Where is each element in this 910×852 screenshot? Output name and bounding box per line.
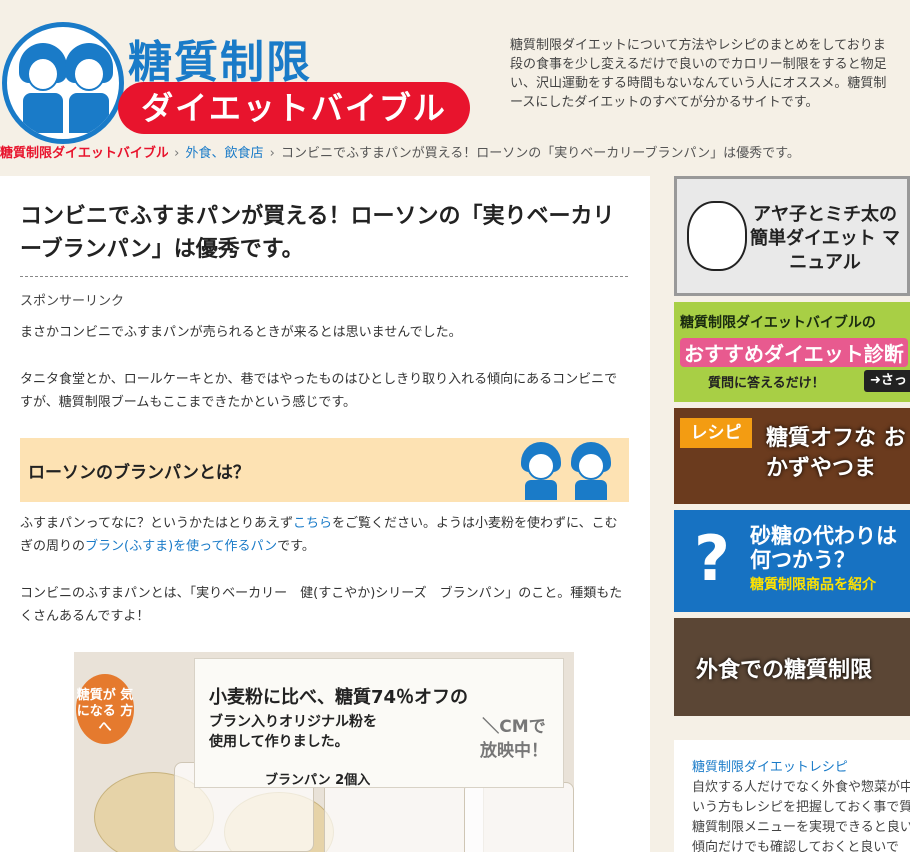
site-description-line: 段の食事を少し変えるだけで良いのでカロリー制限をすると物足 <box>510 57 887 72</box>
breadcrumb-separator: › <box>269 146 275 161</box>
recipe-tag: レシピ <box>680 418 752 448</box>
site-description-line: い、沢山運動をする時間もないなんていう人にオススメ。糖質制 <box>510 76 887 91</box>
article-paragraph: ふすまパンってなに？というかたはとりあえずこちらをご覧ください。ようは小麦粉を使… <box>20 512 630 558</box>
recipe-info-box: 糖質制限ダイエットレシピ 自炊する人だけでなく外食や惣菜が中 いう方もレシピを把… <box>674 740 910 852</box>
kochira-link[interactable]: こちら <box>293 516 332 531</box>
pop-pack-text: ブランパン 2個入 <box>265 773 371 788</box>
section-heading: ローソンのブランパンとは？ <box>20 438 629 502</box>
title-divider <box>20 276 628 277</box>
diet-diagnosis-banner[interactable]: 糖質制限ダイエットバイブルの おすすめダイエット診断 質問に答えるだけ！ ➜さっ <box>674 302 910 402</box>
sponsored-link-label: スポンサーリンク <box>20 294 125 309</box>
breadcrumb-home-link[interactable]: 糖質制限ダイエットバイブル <box>0 142 168 161</box>
girl-mascot-icon <box>65 43 113 133</box>
pop-badge: 糖質が 気になる 方へ <box>76 674 134 744</box>
manual-banner[interactable]: アヤ子とミチ太の 簡単ダイエット マニュアル <box>674 176 910 296</box>
recipe-banner[interactable]: レシピ 糖質オフな おかずやつま <box>674 408 910 504</box>
site-header: 糖質制限 ダイエットバイブル 糖質制限ダイエットについて方法やレシピのまとめをし… <box>0 0 910 144</box>
site-description-line: ースにしたダイエットのすべてが分かるサイトです。 <box>510 95 819 110</box>
article-title: コンビニでふすまパンが買える！ローソンの「実りベーカリーブランパン」は優秀です。 <box>20 204 615 262</box>
logo-subtitle: ダイエットバイブル <box>118 82 470 134</box>
start-button[interactable]: ➜さっ <box>864 370 910 392</box>
recipe-box-title-link[interactable]: 糖質制限ダイエットレシピ <box>692 758 910 778</box>
banner-text: おすすめダイエット診断 <box>680 338 908 367</box>
site-description: 糖質制限ダイエットについて方法やレシピのまとめをしておりま 段の食事を少し変える… <box>510 36 910 112</box>
article-paragraph: まさかコンビニでふすまパンが売られるときが来るとは思いませんでした。 <box>20 325 462 340</box>
article-main: コンビニでふすまパンが買える！ローソンの「実りベーカリーブランパン」は優秀です。… <box>0 176 650 852</box>
recipe-box-text: 傾向だけでも確認しておくと良いで <box>692 840 899 852</box>
recipe-box-text: 糖質制限メニューを実現できると良い <box>692 820 910 835</box>
boy-mascot-icon <box>19 43 67 133</box>
bran-bread-photo: 小麦粉に比べ、糖質74％オフの ブラン入りオリジナル粉を 使用して作りました。 … <box>74 652 574 852</box>
sugar-substitute-banner[interactable]: ? 砂糖の代わりは 何つかう？ 糖質制限商品を紹介 <box>674 510 910 612</box>
breadcrumb-current: コンビニでふすまパンが買える！ローソンの「実りベーカリーブランパン」は優秀です。 <box>280 146 800 161</box>
breadcrumb-category-link[interactable]: 外食、飲食店 <box>185 146 263 161</box>
bran-bread-link[interactable]: ブラン(ふすま)を使って作るパン <box>85 539 277 554</box>
banner-text: アヤ子とミチ太の 簡単ダイエット マニュアル <box>749 204 901 273</box>
girl-mascot-icon <box>569 442 613 500</box>
section-heading-text: ローソンのブランパンとは？ <box>28 463 250 483</box>
breadcrumb: 糖質制限ダイエットバイブル › 外食、飲食店 › コンビニでふすまパンが買える！… <box>0 142 910 162</box>
banner-text: 砂糖の代わりは 何つかう？ <box>750 524 897 572</box>
paragraph-text: です。 <box>277 539 315 554</box>
banner-text: 糖質制限ダイエットバイブルの <box>680 315 876 331</box>
banner-text: 質問に答えるだけ！ <box>708 376 825 391</box>
recipe-box-text: いう方もレシピを把握しておく事で質 <box>692 800 910 815</box>
article-paragraph: タニタ食堂とか、ロールケーキとか、巷ではやったものはひとしきり取り入れる傾向にあ… <box>20 372 618 410</box>
breadcrumb-separator: › <box>174 146 180 161</box>
bread-package <box>464 782 574 852</box>
banner-text: 糖質オフな おかずやつま <box>766 426 906 481</box>
logo-title: 糖質制限 <box>128 37 312 88</box>
site-description-line: 糖質制限ダイエットについて方法やレシピのまとめをしておりま <box>510 38 886 53</box>
banner-text: 外食での糖質制限 <box>696 658 873 683</box>
pop-line: 小麦粉に比べ、糖質74％オフの <box>209 687 469 708</box>
banner-text: 糖質制限商品を紹介 <box>750 577 876 593</box>
recipe-box-text: 自炊する人だけでなく外食や惣菜が中 <box>692 780 910 795</box>
cartoon-face-icon <box>687 201 747 271</box>
article-paragraph: コンビニのふすまパンとは、「実りベーカリー 健(すこやか)シリーズ ブランパン」… <box>20 586 623 624</box>
question-mark-icon: ? <box>694 522 730 595</box>
pop-line: ブラン入りオリジナル粉を <box>209 714 377 730</box>
site-logo[interactable]: 糖質制限 ダイエットバイブル <box>0 14 480 144</box>
heading-mascots-icon <box>511 438 621 502</box>
pop-cm-text: ＼CMで 放映中！ <box>480 717 548 761</box>
paragraph-text: ふすまパンってなに？というかたはとりあえず <box>20 516 294 531</box>
sidebar: アヤ子とミチ太の 簡単ダイエット マニュアル 糖質制限ダイエットバイブルの おす… <box>674 176 910 852</box>
logo-mascot-image <box>2 22 124 144</box>
eating-out-banner[interactable]: 外食での糖質制限 <box>674 618 910 716</box>
boy-mascot-icon <box>519 442 563 500</box>
pop-line: 使用して作りました。 <box>209 734 349 750</box>
product-pop-sign: 小麦粉に比べ、糖質74％オフの ブラン入りオリジナル粉を 使用して作りました。 … <box>194 658 564 788</box>
